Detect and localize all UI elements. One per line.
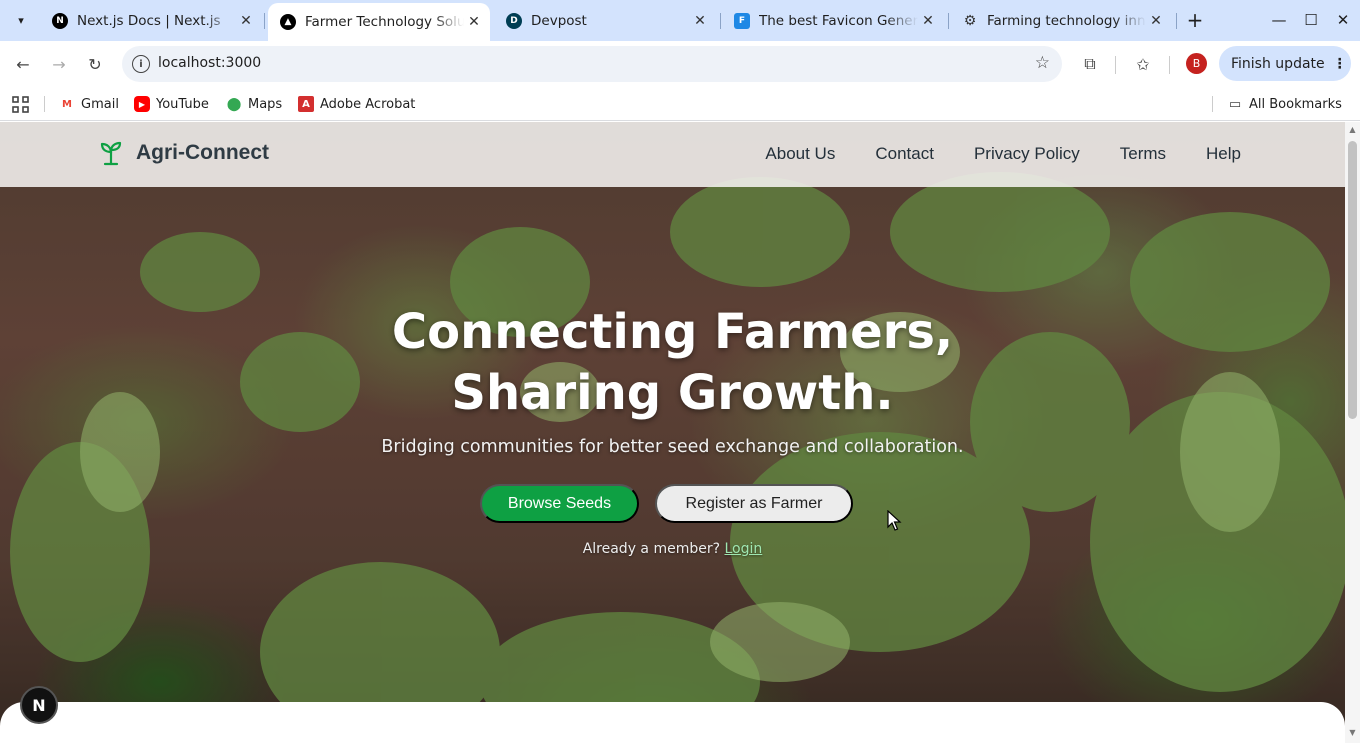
browser-toolbar: ← → ↻ i localhost:3000 ☆ ⧉ ✩ B Finish up… xyxy=(0,41,1360,87)
main-nav: About Us Contact Privacy Policy Terms He… xyxy=(725,144,1241,164)
bookmarks-bar: M Gmail ▶ YouTube ⬤ Maps A Adobe Acrobat… xyxy=(0,87,1360,121)
tab-title: Devpost xyxy=(531,12,587,29)
youtube-icon: ▶ xyxy=(134,96,150,112)
close-tab-icon[interactable]: ✕ xyxy=(918,11,938,31)
favicon-generator-favicon-icon: F xyxy=(734,12,750,29)
bookmark-star-icon[interactable]: ☆ xyxy=(1035,53,1050,73)
devpost-favicon-icon: D xyxy=(506,12,522,29)
browse-seeds-button[interactable]: Browse Seeds xyxy=(480,484,639,523)
site-info-icon[interactable]: i xyxy=(132,55,150,73)
nav-help[interactable]: Help xyxy=(1206,144,1241,164)
close-window-icon[interactable]: ✕ xyxy=(1332,9,1354,31)
scrollbar-thumb[interactable] xyxy=(1348,141,1357,419)
bookmark-gmail[interactable]: M Gmail xyxy=(59,93,119,115)
toolbar-divider xyxy=(1115,56,1116,74)
scroll-down-arrow-icon[interactable]: ▼ xyxy=(1348,729,1357,737)
hero-cta-group: Browse Seeds Register as Farmer xyxy=(0,484,1345,523)
tab-search-chevron-icon[interactable]: ▾ xyxy=(10,9,32,31)
tab-divider xyxy=(264,13,265,29)
maximize-icon[interactable]: ☐ xyxy=(1300,9,1322,31)
tab-title: Farmer Technology Solutions xyxy=(305,14,464,30)
member-prompt-text: Already a member? xyxy=(582,541,721,557)
bookmarks-divider xyxy=(44,96,45,112)
tab-title: Farming technology innovation xyxy=(987,12,1146,29)
bookmark-label: Gmail xyxy=(81,96,119,112)
url-text[interactable]: localhost:3000 xyxy=(158,55,261,71)
page-scrollbar[interactable]: ▲ ▼ xyxy=(1345,122,1360,743)
browser-tab-strip: ▾ N Next.js Docs | Next.js ✕ ▲ Farmer Te… xyxy=(0,0,1360,41)
profile-avatar[interactable]: B xyxy=(1186,53,1207,74)
close-tab-icon[interactable]: ✕ xyxy=(690,11,710,31)
folder-icon: ▭ xyxy=(1228,96,1242,112)
scroll-up-arrow-icon[interactable]: ▲ xyxy=(1348,126,1357,134)
back-arrow-icon[interactable]: ← xyxy=(10,51,36,77)
hero-content: Connecting Farmers, Sharing Growth. Brid… xyxy=(0,302,1345,557)
headline-line-1: Connecting Farmers, xyxy=(391,304,954,360)
nav-privacy-policy[interactable]: Privacy Policy xyxy=(974,144,1080,164)
bookmark-label: YouTube xyxy=(156,96,209,112)
bookmark-youtube[interactable]: ▶ YouTube xyxy=(134,93,209,115)
tab-divider xyxy=(1176,13,1177,29)
page-viewport: Agri-Connect About Us Contact Privacy Po… xyxy=(0,122,1345,743)
register-as-farmer-button[interactable]: Register as Farmer xyxy=(655,484,853,523)
toolbar-divider xyxy=(1169,56,1170,74)
bookmark-label: Maps xyxy=(248,96,283,112)
close-tab-icon[interactable]: ✕ xyxy=(1146,11,1166,31)
forward-arrow-icon[interactable]: → xyxy=(46,51,72,77)
tab-devpost[interactable]: D Devpost ✕ xyxy=(494,6,716,35)
apps-grid-icon[interactable] xyxy=(12,93,29,115)
sprout-icon xyxy=(100,141,122,166)
tab-title: The best Favicon Generator xyxy=(759,12,918,29)
tab-nextjs-docs[interactable]: N Next.js Docs | Next.js ✕ xyxy=(40,6,262,35)
finish-update-button[interactable]: Finish update ⋮ xyxy=(1219,46,1351,81)
all-bookmarks-label: All Bookmarks xyxy=(1249,96,1342,112)
vercel-triangle-favicon-icon: ▲ xyxy=(280,14,296,30)
nextjs-favicon-icon: N xyxy=(52,12,68,29)
hero-subheadline: Bridging communities for better seed exc… xyxy=(381,437,964,457)
nextjs-dev-indicator-icon[interactable]: N xyxy=(20,686,58,724)
tab-divider xyxy=(948,13,949,29)
nav-about-us[interactable]: About Us xyxy=(765,144,835,164)
login-link[interactable]: Login xyxy=(725,541,763,557)
acrobat-icon: A xyxy=(298,96,314,112)
nav-terms[interactable]: Terms xyxy=(1120,144,1166,164)
tab-favicon-generator[interactable]: F The best Favicon Generator ✕ xyxy=(722,6,944,35)
tab-title: Next.js Docs | Next.js xyxy=(77,12,221,29)
tab-farmer-technology[interactable]: ▲ Farmer Technology Solutions ✕ xyxy=(268,3,490,41)
close-tab-icon[interactable]: ✕ xyxy=(236,11,256,31)
site-header: Agri-Connect About Us Contact Privacy Po… xyxy=(0,122,1345,187)
nav-contact[interactable]: Contact xyxy=(875,144,934,164)
brand-logo[interactable]: Agri-Connect xyxy=(98,140,269,166)
bookmark-label: Adobe Acrobat xyxy=(320,96,416,112)
finish-update-label: Finish update xyxy=(1231,55,1325,72)
all-bookmarks-button[interactable]: ▭ All Bookmarks xyxy=(1227,93,1342,115)
brand-name: Agri-Connect xyxy=(136,141,269,164)
bookmark-adobe-acrobat[interactable]: A Adobe Acrobat xyxy=(298,93,415,115)
tab-divider xyxy=(720,13,721,29)
next-section-card xyxy=(0,702,1345,743)
mouse-cursor-icon xyxy=(887,510,902,531)
address-bar[interactable]: i localhost:3000 ☆ xyxy=(122,46,1062,82)
bookmarks-star-list-icon[interactable]: ✩ xyxy=(1130,51,1156,77)
new-tab-plus-icon[interactable]: + xyxy=(1184,8,1206,32)
gmail-icon: M xyxy=(62,98,72,110)
tab-farming-technology[interactable]: ⚙ Farming technology innovation ✕ xyxy=(950,6,1172,35)
extensions-puzzle-icon[interactable]: ⧉ xyxy=(1077,51,1103,77)
member-login-prompt: Already a member? Login xyxy=(0,541,1345,557)
more-vertical-icon: ⋮ xyxy=(1332,55,1347,72)
bookmark-maps[interactable]: ⬤ Maps xyxy=(226,93,283,115)
maps-icon: ⬤ xyxy=(226,96,242,112)
close-tab-icon[interactable]: ✕ xyxy=(464,12,484,32)
reload-icon[interactable]: ↻ xyxy=(82,51,108,77)
openai-favicon-icon: ⚙ xyxy=(963,12,977,29)
minimize-icon[interactable]: — xyxy=(1268,9,1290,31)
headline-line-2: Sharing Growth. xyxy=(451,365,894,421)
bookmarks-divider xyxy=(1212,96,1213,112)
hero-headline: Connecting Farmers, Sharing Growth. xyxy=(0,302,1345,424)
